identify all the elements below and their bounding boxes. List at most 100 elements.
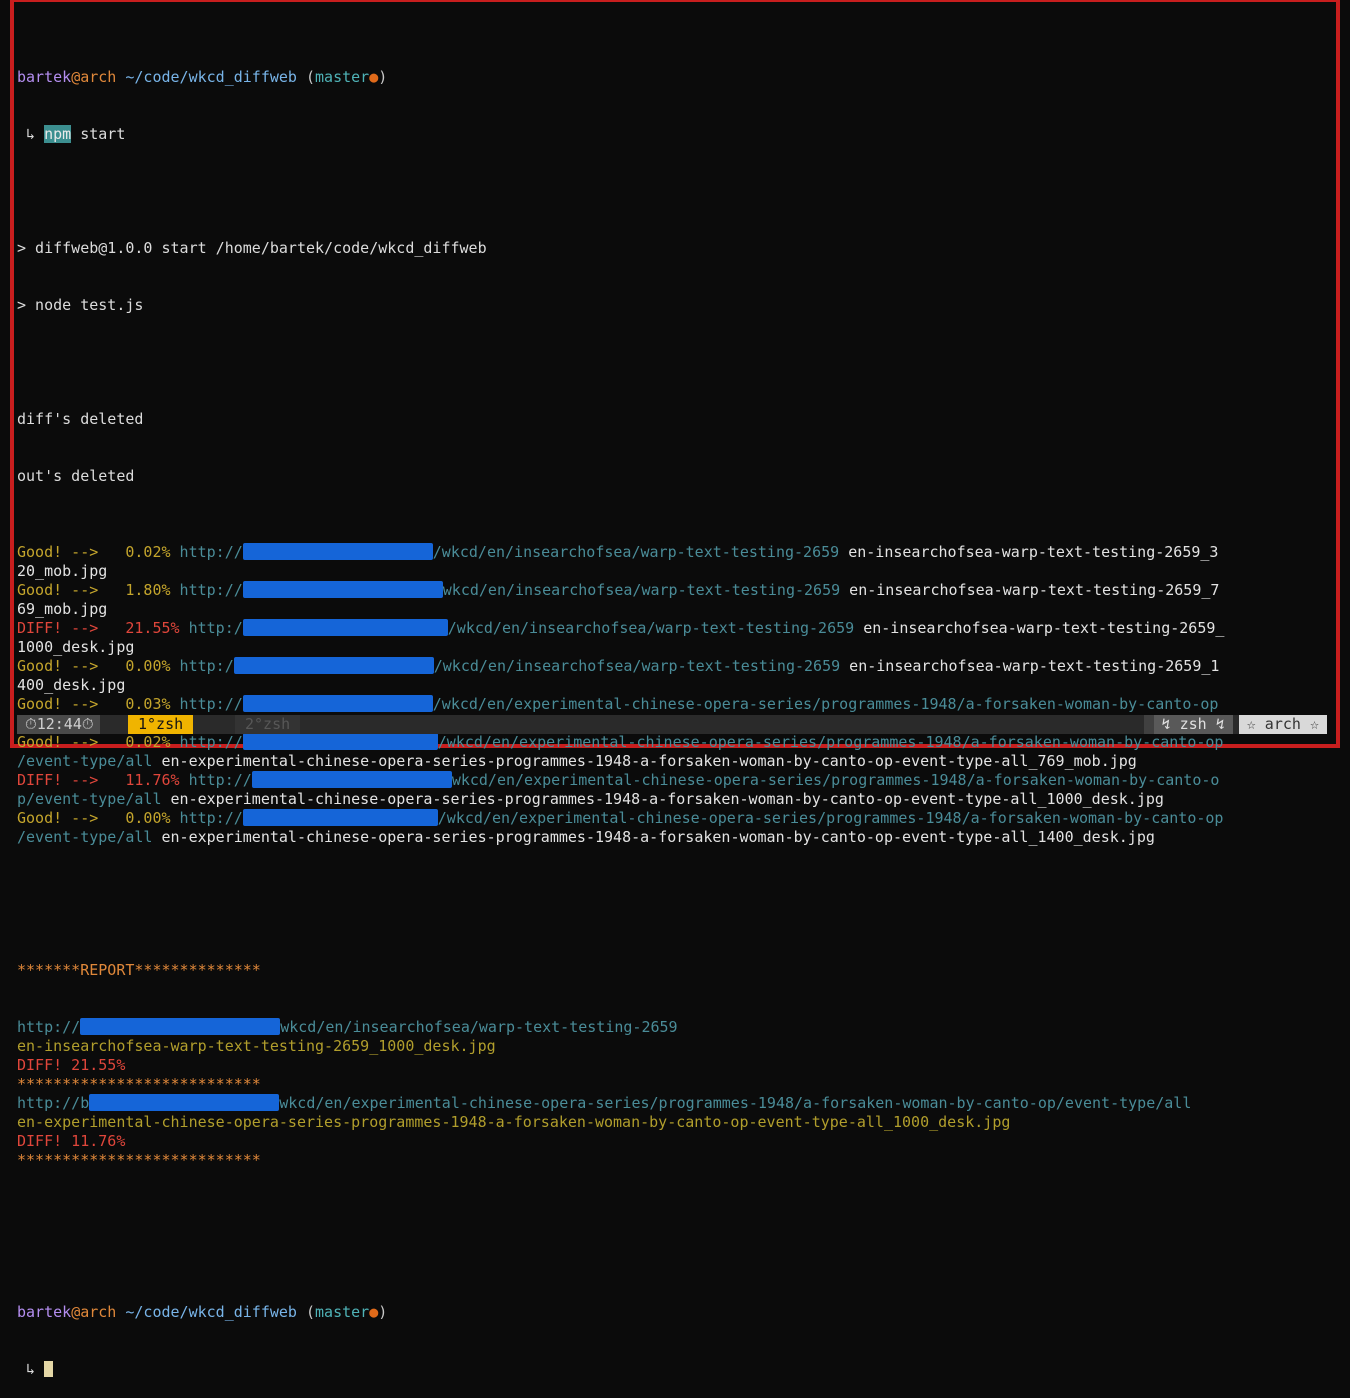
redacted-host — [233, 657, 434, 674]
result-percent: 11.76% — [98, 771, 180, 789]
deleted-line: out's deleted — [17, 467, 135, 485]
terminal-output[interactable]: bartek@arch ~/code/wkcd_diffweb (master●… — [17, 11, 1329, 1398]
shell-prompt: bartek@arch ~/code/wkcd_diffweb (master●… — [17, 68, 1329, 87]
window-tab-2[interactable]: 2°zsh — [235, 715, 301, 734]
result-url-prefix[interactable]: http:// — [180, 771, 252, 789]
report-separator: *************************** — [17, 1075, 1329, 1094]
report-url-path[interactable]: wkcd/en/experimental-chinese-opera-serie… — [279, 1094, 1191, 1112]
result-line: Good! --> 0.02% http:// /wkcd/en/insearch… — [17, 543, 1329, 562]
result-url-prefix[interactable]: http:// — [171, 809, 243, 827]
redacted-host — [242, 695, 433, 712]
result-filename: en-experimental-chinese-opera-series-pro… — [152, 752, 1137, 770]
result-line: Good! --> 0.00% http:// /wkcd/en/experime… — [17, 809, 1329, 828]
npm-output-line: > diffweb@1.0.0 start /home/bartek/code/… — [17, 239, 487, 257]
report-stars: *************************** — [17, 1075, 261, 1093]
result-filename: en-experimental-chinese-opera-series-pro… — [161, 790, 1164, 808]
result-url-path[interactable]: wkcd/en/insearchofsea/warp-text-testing-… — [443, 581, 840, 599]
prompt-host: arch — [80, 1303, 117, 1321]
result-status: Good! --> — [17, 657, 99, 675]
tmux-status-bar: ⏱12:44⏱ 1°zsh 2°zsh ↯ zsh ↯ ☆ arch ☆ — [17, 715, 1327, 734]
npm-output-line: > node test.js — [17, 296, 144, 314]
result-filename: 1000_desk.jpg — [17, 638, 135, 656]
result-line-wrap: 400_desk.jpg — [17, 676, 1329, 695]
result-status: Good! --> — [17, 809, 99, 827]
prompt-path: ~/code/wkcd_diffweb — [125, 68, 297, 86]
dirty-indicator-icon: ● — [369, 1303, 379, 1321]
result-line: DIFF! --> 21.55% http:/ /wkcd/en/insearch… — [17, 619, 1329, 638]
report-entries: http:// wkcd/en/insearchofsea/warp-text-t… — [17, 1018, 1329, 1170]
result-status: Good! --> — [17, 733, 99, 751]
report-url-line: http://b wkcd/en/experimental-chinese-ope… — [17, 1094, 1329, 1113]
result-line-wrap: 69_mob.jpg — [17, 600, 1329, 619]
shell-prompt: bartek@arch ~/code/wkcd_diffweb (master●… — [17, 1303, 1329, 1322]
result-line-wrap: /event-type/all en-experimental-chinese-… — [17, 752, 1329, 771]
result-url-prefix[interactable]: http:// — [171, 733, 243, 751]
result-url-prefix[interactable]: http:// — [171, 543, 243, 561]
result-filename: en-experimental-chinese-opera-series-pro… — [152, 828, 1155, 846]
redacted-host — [242, 733, 438, 750]
result-url-path[interactable]: /wkcd/en/experimental-chinese-opera-seri… — [433, 695, 1219, 713]
result-url-prefix[interactable]: http:// — [171, 581, 243, 599]
prompt-at: @ — [71, 1303, 81, 1321]
result-url-path[interactable]: /wkcd/en/insearchofsea/warp-text-testing… — [433, 543, 839, 561]
prompt-path: ~/code/wkcd_diffweb — [125, 1303, 297, 1321]
command-args: start — [71, 125, 126, 143]
window-tab-1[interactable]: 1°zsh — [128, 715, 194, 734]
result-url-prefix[interactable]: http:/ — [180, 619, 243, 637]
command-name: npm — [44, 125, 72, 143]
prompt-branch-open: ( — [306, 68, 316, 86]
result-percent: 0.00% — [98, 657, 171, 675]
continuation-arrow-icon: ↳ — [17, 125, 45, 143]
result-line-wrap: 1000_desk.jpg — [17, 638, 1329, 657]
report-separator: *************************** — [17, 1151, 1329, 1170]
continuation-arrow-icon: ↳ — [17, 1360, 45, 1378]
result-percent: 0.00% — [98, 809, 171, 827]
results-list: Good! --> 0.02% http:// /wkcd/en/insearch… — [17, 543, 1329, 847]
result-status: DIFF! --> — [17, 771, 99, 789]
redacted-host — [251, 771, 452, 788]
report-file: en-insearchofsea-warp-text-testing-2659_… — [17, 1037, 496, 1055]
report-filename: en-insearchofsea-warp-text-testing-2659_… — [17, 1037, 1329, 1056]
report-url-prefix[interactable]: http:// — [17, 1018, 80, 1036]
result-url-path[interactable]: /wkcd/en/experimental-chinese-opera-seri… — [438, 733, 1224, 751]
result-url-path[interactable]: /event-type/all — [17, 752, 152, 770]
result-line: Good! --> 0.02% http:// /wkcd/en/experime… — [17, 733, 1329, 752]
result-url-prefix[interactable]: http:/ — [171, 657, 234, 675]
report-url-prefix[interactable]: http://b — [17, 1094, 89, 1112]
result-url-path[interactable]: p/event-type/all — [17, 790, 162, 808]
result-url-prefix[interactable]: http:// — [171, 695, 243, 713]
text-cursor[interactable] — [44, 1361, 54, 1377]
result-filename: en-insearchofsea-warp-text-testing-2659_… — [839, 543, 1219, 561]
result-url-path[interactable]: /wkcd/en/insearchofsea/warp-text-testing… — [448, 619, 854, 637]
report-url-line: http:// wkcd/en/insearchofsea/warp-text-t… — [17, 1018, 1329, 1037]
report-file: en-experimental-chinese-opera-series-pro… — [17, 1113, 1011, 1131]
result-status: DIFF! --> — [17, 619, 99, 637]
result-url-path[interactable]: /event-type/all — [17, 828, 152, 846]
command-input-line[interactable]: ↳ — [17, 1360, 1329, 1379]
report-diff: DIFF! 21.55% — [17, 1056, 1329, 1075]
result-filename: 400_desk.jpg — [17, 676, 126, 694]
status-host: ☆ arch ☆ — [1238, 715, 1327, 734]
result-filename: en-insearchofsea-warp-text-testing-2659_… — [840, 581, 1220, 599]
result-url-path[interactable]: /wkcd/en/insearchofsea/warp-text-testing… — [434, 657, 840, 675]
prompt-branch-open: ( — [306, 1303, 316, 1321]
report-url-path[interactable]: wkcd/en/insearchofsea/warp-text-testing-… — [280, 1018, 677, 1036]
report-stars: ******* — [17, 961, 81, 979]
report-header: *******REPORT************** — [17, 961, 1329, 980]
result-filename: 69_mob.jpg — [17, 600, 108, 618]
result-line: Good! --> 0.03% http:// /wkcd/en/experime… — [17, 695, 1329, 714]
report-diff-value: DIFF! 21.55% — [17, 1056, 126, 1074]
status-right: ↯ zsh ↯ ☆ arch ☆ — [1143, 715, 1327, 734]
result-percent: 21.55% — [98, 619, 180, 637]
result-url-path[interactable]: /wkcd/en/experimental-chinese-opera-seri… — [438, 809, 1224, 827]
result-url-path[interactable]: wkcd/en/experimental-chinese-opera-serie… — [452, 771, 1220, 789]
result-status: Good! --> — [17, 695, 99, 713]
status-shell: ↯ zsh ↯ — [1153, 715, 1233, 734]
result-percent: 0.02% — [98, 543, 171, 561]
deleted-line: diff's deleted — [17, 410, 144, 428]
prompt-branch-close: ) — [378, 68, 388, 86]
